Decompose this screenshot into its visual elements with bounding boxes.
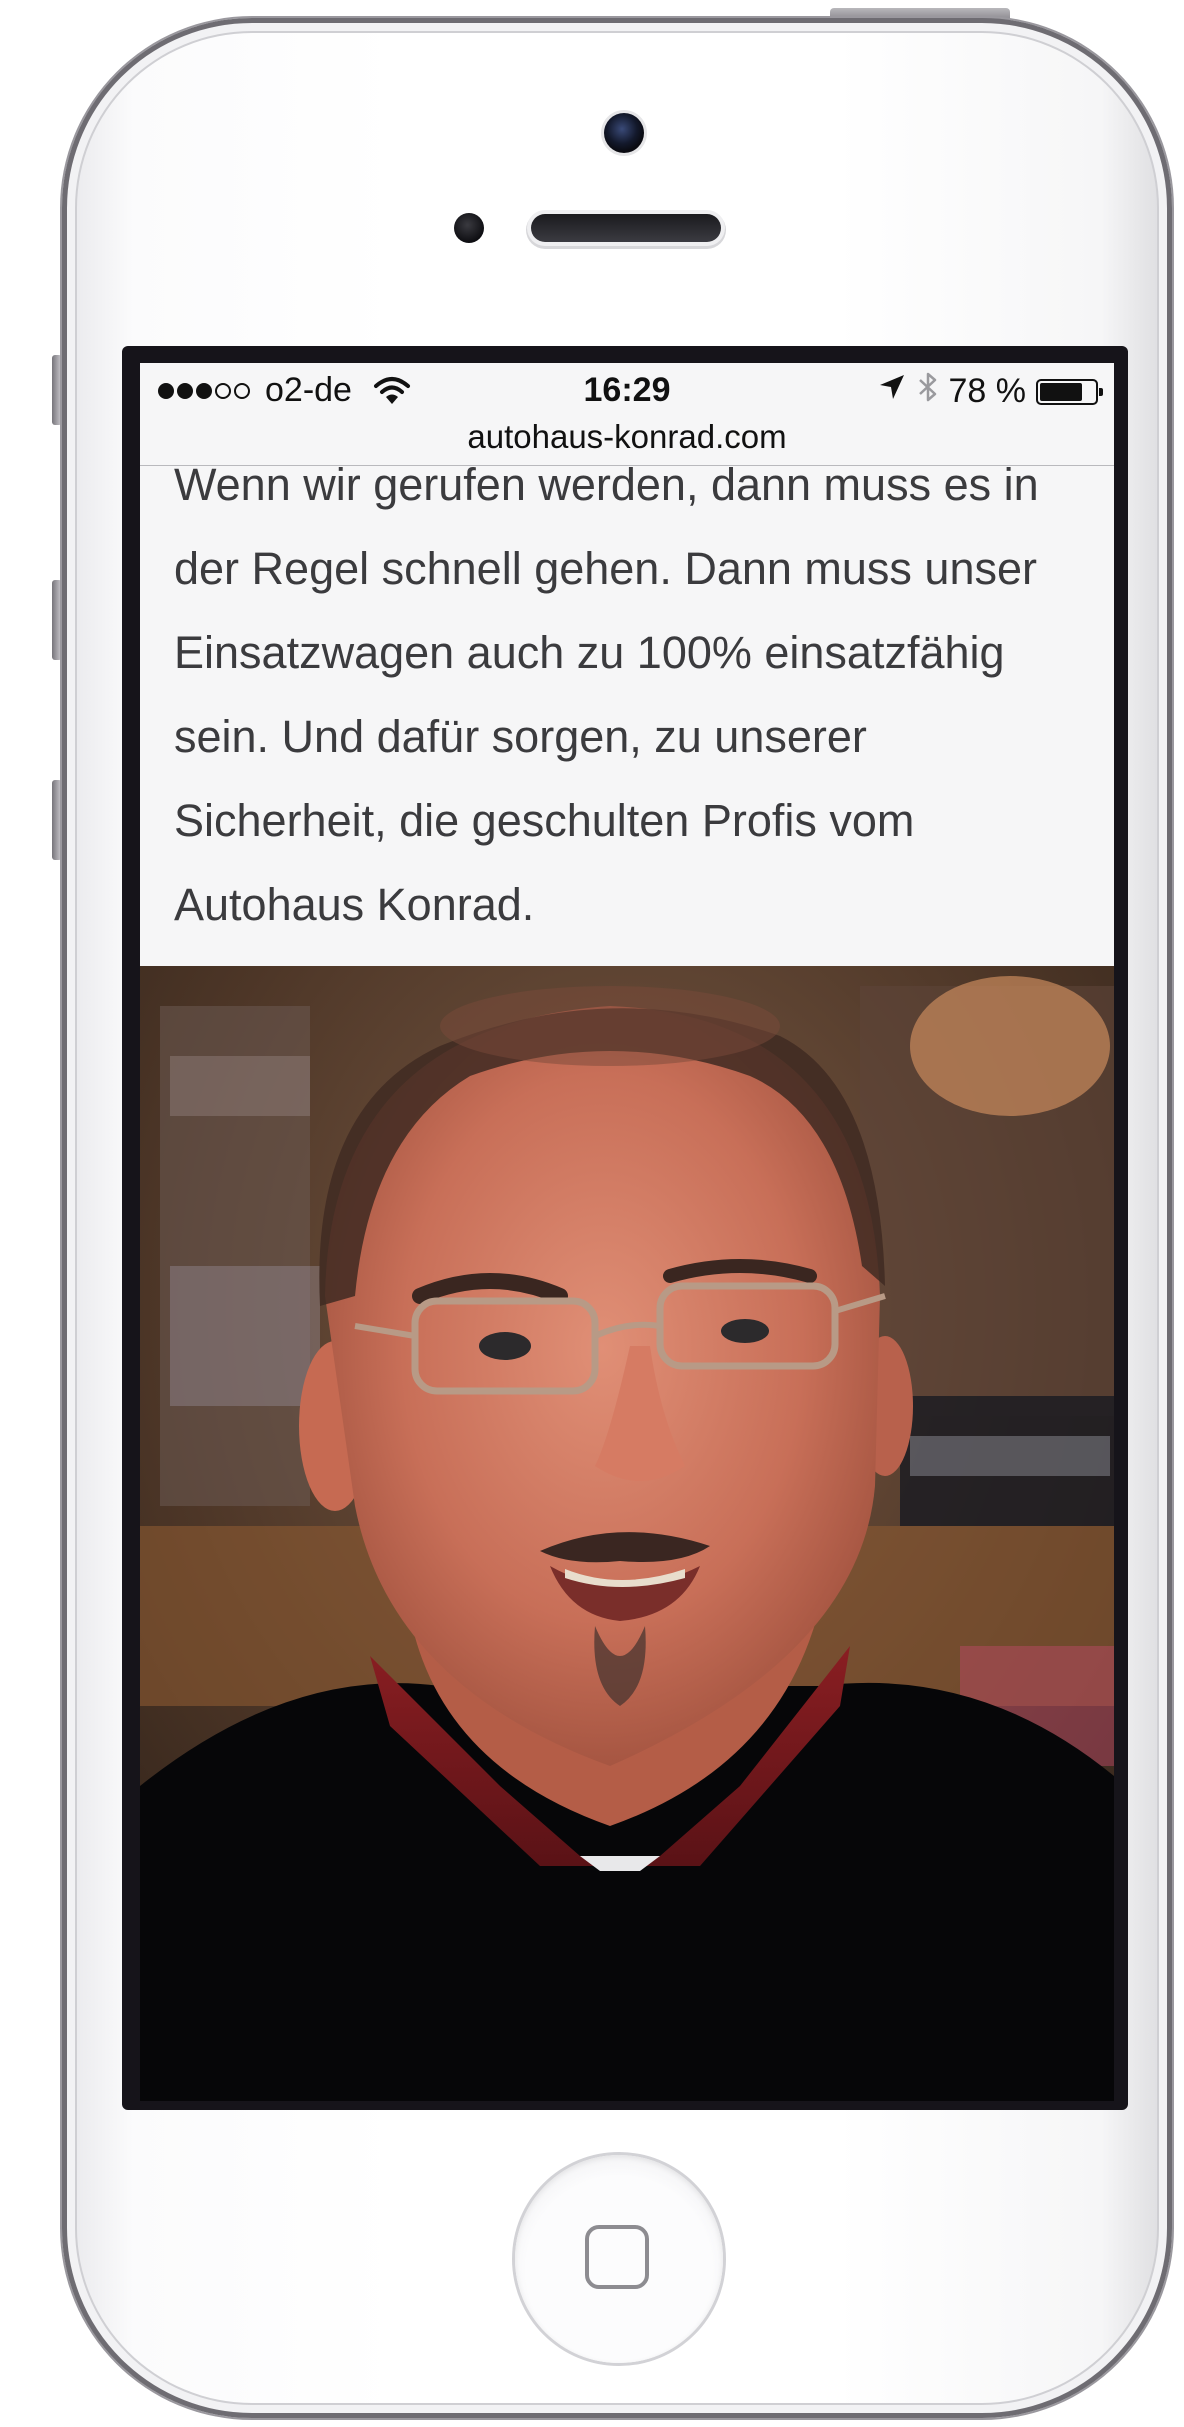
- battery-percent: 78 %: [948, 372, 1027, 410]
- proximity-sensor-icon: [454, 213, 484, 243]
- article-line: Autohaus Konrad.: [174, 879, 535, 930]
- battery-icon: [1036, 378, 1103, 405]
- mute-switch[interactable]: [52, 355, 62, 425]
- earpiece-speaker-icon: [531, 214, 721, 242]
- phone-screen: Wenn wir gerufen werden, dann muss es in…: [140, 363, 1114, 2101]
- volume-down-button[interactable]: [52, 780, 62, 860]
- home-square-icon: [585, 2225, 649, 2289]
- bluetooth-icon: [917, 371, 939, 412]
- volume-up-button[interactable]: [52, 580, 62, 660]
- status-bar: o2-de 16:29 78 %: [140, 363, 1114, 419]
- url-bar[interactable]: autohaus-konrad.com: [140, 419, 1114, 466]
- article-line: sein. Und dafür sorgen, zu unserer: [174, 711, 867, 762]
- article-line: Sicherheit, die geschulten Profis vom: [174, 795, 915, 846]
- portrait-photo: [140, 966, 1114, 2101]
- location-arrow-icon: [877, 372, 907, 411]
- article-text: Wenn wir gerufen werden, dann muss es in…: [174, 443, 1094, 947]
- stage: Wenn wir gerufen werden, dann muss es in…: [0, 0, 1184, 2427]
- status-indicators: 78 %: [877, 371, 1103, 412]
- article-line: der Regel schnell gehen. Dann muss unser: [174, 543, 1037, 594]
- home-button[interactable]: [515, 2155, 723, 2363]
- front-camera-icon: [604, 113, 644, 153]
- article-line: Einsatzwagen auch zu 100% einsatzfähig: [174, 627, 1005, 678]
